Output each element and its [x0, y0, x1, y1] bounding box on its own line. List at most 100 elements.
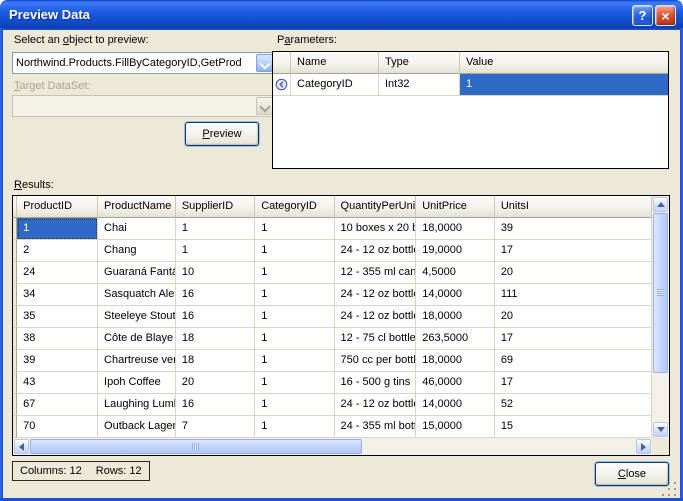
- results-column-header[interactable]: ProductID: [17, 196, 99, 218]
- result-cell[interactable]: 17: [494, 328, 652, 350]
- results-column-header[interactable]: UnitsI: [494, 196, 652, 218]
- result-cell[interactable]: 17: [494, 372, 652, 394]
- result-cell[interactable]: 1: [175, 240, 256, 262]
- scroll-right-button[interactable]: [636, 439, 651, 454]
- chevron-down-icon[interactable]: [256, 54, 273, 72]
- result-cell[interactable]: 18: [175, 350, 256, 372]
- scroll-up-button[interactable]: [653, 197, 668, 212]
- scroll-down-button[interactable]: [653, 422, 668, 437]
- result-cell[interactable]: 16: [175, 306, 256, 328]
- result-cell[interactable]: 2: [17, 240, 99, 262]
- scroll-left-button[interactable]: [14, 439, 29, 454]
- result-cell[interactable]: 46,0000: [416, 372, 495, 394]
- result-cell[interactable]: Steeleye Stout: [98, 306, 176, 328]
- result-cell[interactable]: 52: [494, 394, 652, 416]
- result-cell[interactable]: 16: [175, 284, 256, 306]
- result-cell[interactable]: 18,0000: [416, 306, 495, 328]
- close-button[interactable]: Close: [595, 462, 669, 486]
- result-cell[interactable]: 14,0000: [416, 284, 495, 306]
- result-cell[interactable]: 1: [255, 372, 335, 394]
- result-cell[interactable]: 1: [255, 306, 335, 328]
- result-cell[interactable]: 24 - 12 oz bottles: [334, 394, 417, 416]
- parameters-column-value[interactable]: Value: [460, 52, 668, 74]
- result-cell[interactable]: 70: [17, 416, 99, 438]
- vertical-scroll-thumb[interactable]: [653, 213, 668, 373]
- result-cell[interactable]: 15,0000: [416, 416, 495, 438]
- result-cell[interactable]: 16: [175, 394, 256, 416]
- result-cell[interactable]: Laughing Lumbe...: [98, 394, 176, 416]
- result-cell[interactable]: 1: [255, 240, 335, 262]
- results-column-header[interactable]: CategoryID: [255, 196, 335, 218]
- result-cell[interactable]: 67: [17, 394, 99, 416]
- result-cell[interactable]: 1: [255, 416, 335, 438]
- result-cell[interactable]: 4,5000: [416, 262, 495, 284]
- resize-grip[interactable]: [662, 482, 677, 497]
- result-cell[interactable]: 10 boxes x 20 b...: [334, 218, 417, 240]
- horizontal-scroll-thumb[interactable]: [30, 439, 362, 454]
- result-cell[interactable]: 24 - 12 oz bottles: [334, 284, 417, 306]
- result-cell[interactable]: 20: [175, 372, 256, 394]
- result-cell[interactable]: Chai: [98, 218, 176, 240]
- result-cell[interactable]: 1: [255, 284, 335, 306]
- result-cell[interactable]: 750 cc per bottle: [334, 350, 417, 372]
- preview-button[interactable]: Preview: [185, 122, 259, 146]
- result-cell[interactable]: 24 - 12 oz bottles: [334, 306, 417, 328]
- result-cell[interactable]: 18: [175, 328, 256, 350]
- result-cell[interactable]: 34: [17, 284, 99, 306]
- result-cell[interactable]: 16 - 500 g tins: [334, 372, 417, 394]
- titlebar[interactable]: Preview Data ? ×: [0, 0, 683, 30]
- result-cell[interactable]: 18,0000: [416, 350, 495, 372]
- result-cell[interactable]: 18,0000: [416, 218, 495, 240]
- result-cell[interactable]: Outback Lager: [98, 416, 176, 438]
- result-cell[interactable]: 1: [255, 328, 335, 350]
- result-cell[interactable]: 20: [494, 306, 652, 328]
- result-cell[interactable]: 12 - 355 ml cans: [334, 262, 417, 284]
- result-cell[interactable]: 1: [255, 394, 335, 416]
- vertical-scrollbar[interactable]: [652, 196, 669, 438]
- result-cell[interactable]: 263,5000: [416, 328, 495, 350]
- result-cell[interactable]: Guaraná Fantás...: [98, 262, 176, 284]
- result-cell[interactable]: 12 - 75 cl bottles: [334, 328, 417, 350]
- result-cell[interactable]: 20: [494, 262, 652, 284]
- result-cell[interactable]: 1: [175, 218, 256, 240]
- help-button[interactable]: ?: [632, 5, 653, 26]
- result-cell[interactable]: 39: [494, 218, 652, 240]
- input-parameter-icon: [273, 74, 291, 96]
- results-column-header[interactable]: SupplierID: [175, 196, 256, 218]
- result-cell[interactable]: 39: [17, 350, 99, 372]
- result-cell[interactable]: 14,0000: [416, 394, 495, 416]
- result-cell[interactable]: 43: [17, 372, 99, 394]
- close-window-button[interactable]: ×: [655, 5, 676, 26]
- object-selector-combobox[interactable]: Northwind.Products.FillByCategoryID,GetP…: [12, 52, 275, 74]
- parameters-column-type[interactable]: Type: [379, 52, 460, 74]
- result-cell[interactable]: 24: [17, 262, 99, 284]
- parameter-value-cell[interactable]: 1: [460, 74, 668, 96]
- result-cell[interactable]: 69: [494, 350, 652, 372]
- result-cell[interactable]: 1: [255, 350, 335, 372]
- result-cell[interactable]: 1: [255, 218, 335, 240]
- results-column-header[interactable]: UnitPrice: [416, 196, 495, 218]
- result-cell[interactable]: 15: [494, 416, 652, 438]
- result-cell[interactable]: Chang: [98, 240, 176, 262]
- result-cell[interactable]: Ipoh Coffee: [98, 372, 176, 394]
- result-cell[interactable]: Chartreuse verte: [98, 350, 176, 372]
- result-cell[interactable]: 17: [494, 240, 652, 262]
- result-cell[interactable]: 7: [175, 416, 256, 438]
- result-cell[interactable]: 10: [175, 262, 256, 284]
- parameters-column-name[interactable]: Name: [291, 52, 379, 74]
- result-cell[interactable]: 24 - 355 ml bottles: [334, 416, 417, 438]
- result-cell[interactable]: 1: [255, 262, 335, 284]
- result-cell[interactable]: Côte de Blaye: [98, 328, 176, 350]
- result-cell[interactable]: 1: [17, 218, 99, 240]
- result-cell[interactable]: 24 - 12 oz bottles: [334, 240, 417, 262]
- result-cell[interactable]: 35: [17, 306, 99, 328]
- result-cell[interactable]: 19,0000: [416, 240, 495, 262]
- parameter-name-cell[interactable]: CategoryID: [291, 74, 379, 96]
- result-cell[interactable]: Sasquatch Ale: [98, 284, 176, 306]
- horizontal-scrollbar[interactable]: [13, 438, 652, 455]
- parameter-type-cell[interactable]: Int32: [379, 74, 460, 96]
- results-column-header[interactable]: ProductName: [98, 196, 176, 218]
- result-cell[interactable]: 38: [17, 328, 99, 350]
- results-column-header[interactable]: QuantityPerUnit: [334, 196, 417, 218]
- result-cell[interactable]: 111: [494, 284, 652, 306]
